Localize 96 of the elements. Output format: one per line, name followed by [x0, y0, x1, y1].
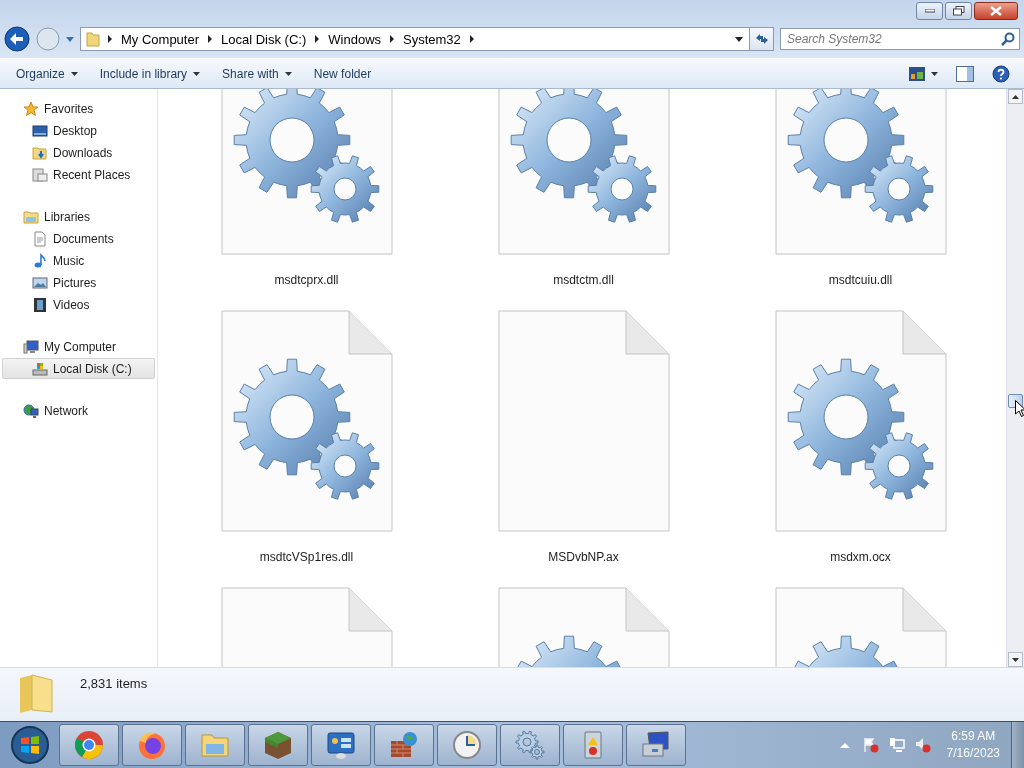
chevron-icon[interactable] [389, 35, 396, 43]
file-name: msdtcprx.dll [274, 273, 339, 287]
folder-icon [85, 31, 101, 47]
breadcrumb[interactable]: Windows [326, 31, 384, 47]
time: 6:59 AM [951, 728, 996, 745]
music-note-icon [32, 252, 48, 269]
refresh-icon [754, 33, 769, 45]
toolbar-button[interactable]: Include in library [91, 62, 209, 85]
chevron-icon[interactable] [468, 35, 475, 43]
gear-icon [514, 729, 546, 761]
downloads-icon [32, 144, 48, 161]
document-icon [32, 230, 48, 247]
taskbar-button[interactable] [122, 724, 182, 766]
caret-icon [284, 71, 292, 76]
desktop-icon [32, 122, 48, 139]
nav-item[interactable]: Pictures [2, 272, 155, 293]
scroll-up-button[interactable] [1008, 89, 1023, 104]
up-arrow-icon [1012, 94, 1019, 99]
taskbar-button[interactable] [311, 724, 371, 766]
nav-item[interactable]: Desktop [2, 120, 155, 141]
restore-button[interactable] [945, 2, 972, 20]
file-name: msdtcVSp1res.dll [259, 550, 354, 564]
breadcrumb[interactable]: My Computer [119, 31, 202, 47]
toolbar-button[interactable]: New folder [305, 62, 380, 85]
dropdown-icon[interactable] [735, 36, 743, 42]
star-icon [23, 100, 39, 117]
nav-item[interactable]: Downloads [2, 142, 155, 163]
scroll-down-button[interactable] [1008, 652, 1023, 667]
close-icon [990, 6, 1002, 16]
computer-icon [23, 338, 39, 355]
view-icon [909, 66, 925, 81]
control-panel-icon [325, 729, 357, 761]
nav-item[interactable]: Libraries [2, 206, 155, 227]
down-arrow-icon [1012, 657, 1019, 662]
nav-item[interactable]: Network [2, 400, 155, 421]
address-bar[interactable]: My Computer Local Disk (C:) Windows System32 [80, 27, 774, 51]
taskbar-button[interactable] [59, 724, 119, 766]
folder-icon [18, 674, 54, 714]
round-logo-icon [73, 729, 105, 761]
network-icon[interactable] [888, 737, 905, 753]
gear-file-icon[interactable] [220, 310, 393, 532]
mouse-cursor-icon [1015, 400, 1024, 417]
speaker-muted-icon[interactable] [914, 737, 931, 753]
back-button[interactable] [4, 26, 30, 52]
minimize-icon [924, 9, 935, 13]
gear-file-icon[interactable] [774, 310, 947, 532]
taskbar-button[interactable] [500, 724, 560, 766]
caret-icon [70, 71, 78, 76]
taskbar-button[interactable] [626, 724, 686, 766]
toolbar-button[interactable]: Share with [214, 62, 300, 85]
file-name: msdtcuiu.dll [828, 273, 893, 287]
library-icon [23, 208, 39, 225]
item-count: 2,831 items [80, 675, 148, 691]
taskbar-button[interactable] [563, 724, 623, 766]
caret-icon [931, 71, 938, 76]
refresh-button[interactable] [749, 28, 773, 50]
file-name: MSDvbNP.ax [548, 550, 619, 564]
breadcrumb[interactable]: System32 [401, 31, 463, 47]
search-field[interactable]: Search System32 [780, 28, 1020, 50]
preview-pane-icon [956, 65, 974, 82]
chevron-icon[interactable] [314, 35, 321, 43]
chevron-icon[interactable] [107, 35, 113, 43]
taskbar-button[interactable] [248, 724, 308, 766]
flag-error-icon[interactable] [862, 737, 879, 753]
nav-item[interactable]: Videos [2, 294, 155, 315]
film-icon [32, 296, 48, 313]
search-icon[interactable] [1001, 32, 1015, 46]
grass-block-icon [262, 729, 294, 761]
nav-item[interactable]: Local Disk (C:) [2, 358, 155, 379]
taskbar-button[interactable] [374, 724, 434, 766]
nav-item[interactable]: Recent Places [2, 164, 155, 185]
nav-item[interactable]: Music [2, 250, 155, 271]
file-name: msdtctm.dll [553, 273, 614, 287]
nav-item[interactable]: My Computer [2, 336, 155, 357]
gear-file-icon[interactable] [220, 89, 393, 255]
pictures-icon [32, 274, 48, 291]
close-button[interactable] [974, 2, 1018, 20]
nav-item[interactable]: Favorites [2, 98, 155, 119]
clock-icon [451, 729, 483, 761]
restore-icon [952, 6, 965, 16]
help-icon [992, 64, 1010, 83]
gear-file-icon[interactable] [497, 89, 670, 255]
gear-file-icon[interactable] [774, 89, 947, 255]
caret-icon [193, 71, 201, 76]
taskbar-button[interactable] [185, 724, 245, 766]
recent-places-icon [32, 166, 48, 183]
chevron-icon[interactable] [207, 35, 214, 43]
disk-drive-icon [32, 360, 48, 377]
date: 7/16/2023 [946, 745, 1000, 762]
breadcrumb[interactable]: Local Disk (C:) [219, 31, 309, 47]
toolbar-button[interactable]: Organize [8, 62, 86, 85]
file-name: msdxm.ocx [830, 550, 891, 564]
recent-pages-button[interactable] [66, 36, 74, 42]
nav-item[interactable]: Documents [2, 228, 155, 249]
taskbar-button[interactable] [437, 724, 497, 766]
network-icon [23, 402, 39, 419]
